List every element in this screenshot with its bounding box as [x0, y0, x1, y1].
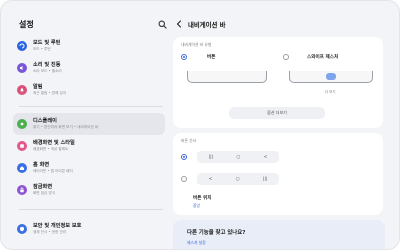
- section-label: 버튼 순서: [181, 138, 197, 143]
- home-button-icon: ○: [235, 176, 240, 182]
- button-position-title: 버튼 위치: [193, 196, 212, 201]
- option-swipe-label: 스와이프 제스처: [307, 55, 339, 60]
- order-option-2-radio[interactable]: [181, 176, 187, 182]
- lock-icon: [17, 185, 27, 195]
- shield-icon: [17, 224, 27, 234]
- back-button-icon: <: [208, 176, 213, 182]
- settings-list-pane: 설정 모드 및 루틴 모드 • 루틴 소리 및 진동 소리 모드 • 벨소리 알…: [13, 15, 167, 249]
- buttons-preview[interactable]: [187, 71, 267, 83]
- swipe-more-label: 더 보기: [325, 90, 336, 94]
- recents-icon: |||: [262, 176, 268, 182]
- page-title: 내비게이션 바: [188, 20, 226, 29]
- settings-title: 설정: [19, 19, 34, 29]
- settings-item-display[interactable]: 디스플레이 밝기 • 편안하게 화면 보기 • 내비게이션 바: [13, 113, 165, 135]
- item-subtitle: 밝기 • 편안하게 화면 보기 • 내비게이션 바: [33, 124, 99, 129]
- divider: [19, 106, 163, 107]
- left-header: 설정: [19, 17, 167, 31]
- routine-icon: [17, 41, 27, 51]
- sun-icon: [17, 119, 27, 129]
- item-subtitle: 모드 • 루틴: [33, 46, 51, 51]
- search-icon[interactable]: [158, 20, 167, 29]
- item-subtitle: 레이아웃 • 앱 아이콘 배지: [33, 168, 73, 173]
- looking-for-title: 다른 기능을 찾고 있나요?: [187, 230, 246, 236]
- item-subtitle: 배경화면 • 색상 팔레트: [33, 146, 69, 151]
- order-option-2-preview[interactable]: < ○ |||: [197, 173, 279, 185]
- settings-item-modes-routines[interactable]: 모드 및 루틴 모드 • 루틴: [13, 35, 165, 57]
- item-subtitle: 최근 알림 • 방해 금지: [33, 90, 67, 95]
- back-button-icon: <: [263, 154, 268, 160]
- button-position-value: 중앙: [193, 203, 200, 208]
- buttons-radio[interactable]: [181, 54, 187, 60]
- item-subtitle: 화면 잠금 방식: [33, 190, 56, 195]
- swipe-gestures-radio[interactable]: [283, 54, 289, 60]
- back-arrow-icon[interactable]: [175, 20, 183, 28]
- settings-item-sound[interactable]: 소리 및 진동 소리 모드 • 벨소리: [13, 57, 165, 79]
- volume-icon: [17, 63, 27, 73]
- swipe-preview[interactable]: [289, 71, 373, 83]
- bell-icon: [17, 85, 27, 95]
- navigation-type-card: 내비게이션 바 유형 버튼 스와이프 제스처 더 보기 옵션 더보기: [173, 37, 383, 128]
- palette-icon: [17, 141, 27, 151]
- home-button-icon: ○: [236, 154, 241, 160]
- settings-item-security-privacy[interactable]: 보안 및 개인정보 보호 생체 인식 • 권한 관리: [13, 218, 165, 240]
- more-options-button[interactable]: 옵션 더보기: [229, 107, 325, 119]
- divider: [19, 209, 163, 210]
- option-buttons-label: 버튼: [207, 55, 216, 60]
- looking-for-card: 다른 기능을 찾고 있나요? 제스처 설정: [173, 220, 385, 249]
- home-icon: [17, 163, 27, 173]
- settings-item-notifications[interactable]: 알림 최근 알림 • 방해 금지: [13, 79, 165, 101]
- order-option-1-radio[interactable]: [181, 154, 187, 160]
- gesture-settings-link[interactable]: 제스처 설정: [187, 240, 206, 246]
- order-option-1-preview[interactable]: ||| ○ <: [197, 151, 279, 163]
- settings-item-lock-screen[interactable]: 잠금화면 화면 잠금 방식: [13, 179, 165, 201]
- settings-item-home-screen[interactable]: 홈 화면 레이아웃 • 앱 아이콘 배지: [13, 157, 165, 179]
- settings-window: 설정 모드 및 루틴 모드 • 루틴 소리 및 진동 소리 모드 • 벨소리 알…: [0, 0, 400, 250]
- recents-icon: |||: [208, 154, 214, 160]
- navigation-bar-detail-pane: 내비게이션 바 내비게이션 바 유형 버튼 스와이프 제스처 더 보기 옵션 더…: [171, 15, 387, 249]
- button-order-card: 버튼 순서 ||| ○ < < ○ ||| 버튼 위치 중앙: [173, 133, 383, 215]
- settings-item-wallpaper[interactable]: 배경화면 및 스타일 배경화면 • 색상 팔레트: [13, 135, 165, 157]
- section-label: 내비게이션 바 유형: [181, 42, 212, 47]
- item-subtitle: 소리 모드 • 벨소리: [33, 68, 62, 73]
- gesture-hint-icon: [326, 73, 336, 80]
- item-subtitle: 생체 인식 • 권한 관리: [33, 229, 67, 234]
- detail-header: 내비게이션 바: [175, 17, 226, 31]
